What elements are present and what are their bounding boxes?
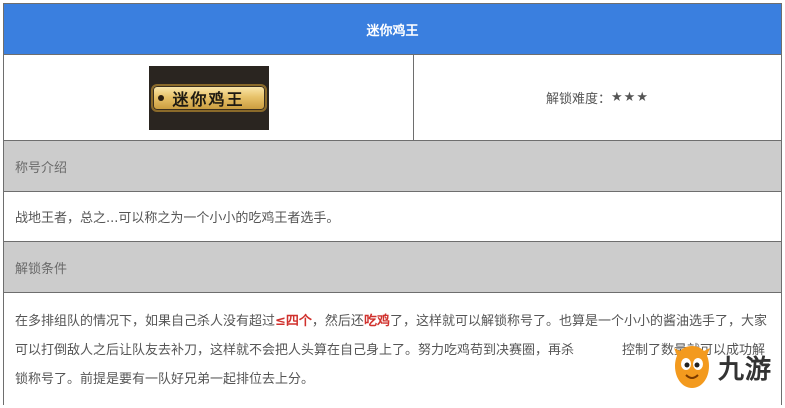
difficulty-stars: ★★★	[611, 90, 649, 105]
unlock-highlight-kills: ≤四个	[275, 314, 312, 329]
badge-text: 迷你鸡王	[172, 89, 245, 109]
mascot-icon	[672, 344, 712, 390]
unlock-text-part: ，然后还	[311, 314, 364, 329]
watermark-text: 九游	[718, 354, 773, 385]
intro-heading: 称号介绍	[4, 141, 781, 192]
difficulty-label: 解锁难度：	[546, 92, 612, 107]
title-badge-image: 迷你鸡王	[148, 65, 269, 130]
title-table: 迷你鸡王 迷你鸡王 解锁难度： ★★★ 称号介绍 战地王者，总之...可以称之为…	[3, 3, 782, 405]
badge-image-cell: 迷你鸡王	[4, 55, 414, 140]
unlock-text: 在多排组队的情况下，如果自己杀人没有超过≤四个，然后还吃鸡了，这样就可以解锁称号…	[4, 293, 781, 405]
intro-text: 战地王者，总之...可以称之为一个小小的吃鸡王者选手。	[4, 192, 781, 242]
badge-gem-icon	[157, 94, 164, 101]
difficulty-cell: 解锁难度： ★★★	[414, 55, 781, 140]
unlock-heading: 解锁条件	[4, 242, 781, 293]
unlock-highlight-chicken: 吃鸡	[363, 314, 390, 329]
table-title: 迷你鸡王	[4, 4, 781, 55]
title-badge: 迷你鸡王	[150, 83, 267, 112]
unlock-text-part: 在多排组队的情况下，如果自己杀人没有超过	[15, 314, 276, 329]
watermark-logo: 九游	[672, 340, 782, 394]
title-image-row: 迷你鸡王 解锁难度： ★★★	[4, 55, 781, 141]
